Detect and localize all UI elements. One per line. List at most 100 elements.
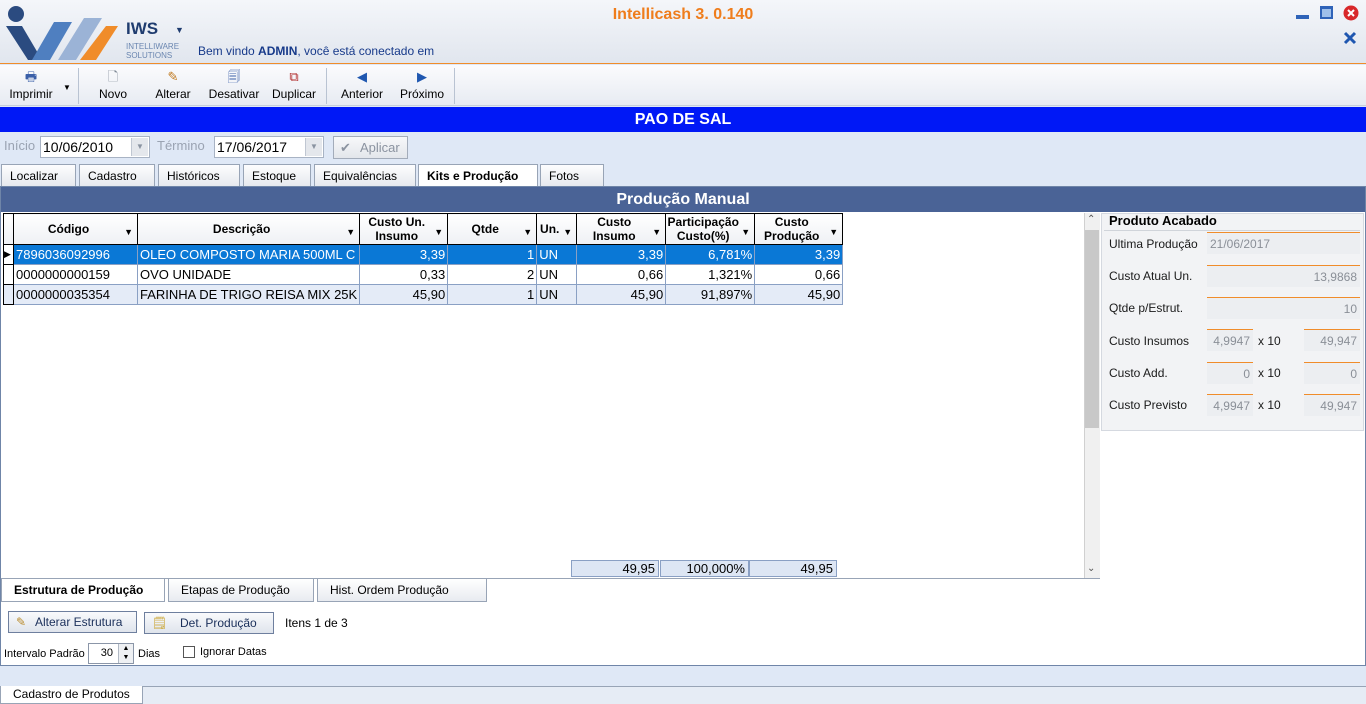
table-row[interactable]: 0000000000159 OVO UNIDADE 0,33 2 UN 0,66… xyxy=(3,264,844,285)
custo-atual-label: Custo Atual Un. xyxy=(1109,269,1193,283)
tab-etapas-producao[interactable]: Etapas de Produção xyxy=(168,579,314,602)
custo-previsto-label: Custo Previsto xyxy=(1109,398,1188,412)
custo-add-unit: 0 xyxy=(1207,362,1253,384)
next-button[interactable]: ▶ Próximo xyxy=(395,65,449,106)
row-indicator-header xyxy=(3,213,14,245)
custo-previsto-total: 49,947 xyxy=(1304,394,1360,416)
custo-add-multiplier: x 10 xyxy=(1258,366,1281,380)
duplicate-icon: ⧉ xyxy=(289,69,299,84)
printer-icon: 🖶 xyxy=(24,69,38,84)
tab-estoque[interactable]: Estoque xyxy=(243,164,311,186)
total-participacao: 100,000% xyxy=(660,560,749,577)
tab-hist-ordem-producao[interactable]: Hist. Ordem Produção xyxy=(317,579,487,602)
column-header-custo-producao[interactable]: Custo Produção ▼ xyxy=(754,213,844,245)
dias-label: Dias xyxy=(138,648,161,660)
deactivate-button[interactable]: 🗐 Desativar xyxy=(204,65,264,106)
notes-icon: 🗒 xyxy=(152,616,168,630)
tab-equivalencias[interactable]: Equivalências xyxy=(314,164,416,186)
iws-logo-icon xyxy=(6,6,118,60)
scrollbar-thumb[interactable] xyxy=(1085,230,1099,428)
production-grid: Código ▼ Descrição ▼ Custo Un. Insumo ▼ Qtd… xyxy=(3,213,844,305)
current-row-indicator-icon: ▶ xyxy=(3,244,14,265)
new-document-icon: 🗋 xyxy=(107,69,119,84)
alterar-estrutura-button[interactable]: ✎ Alterar Estrutura xyxy=(8,611,137,633)
arrow-right-icon: ▶ xyxy=(417,69,427,84)
logo-name: IWS xyxy=(126,19,159,38)
tab-historicos[interactable]: Históricos xyxy=(158,164,240,186)
column-header-descricao[interactable]: Descrição ▼ xyxy=(136,213,361,245)
welcome-text: Bem vindo ADMIN, você está conectado em xyxy=(198,44,435,58)
start-date-dropdown-icon[interactable]: ▼ xyxy=(131,138,148,156)
column-header-custo-insumo[interactable]: Custo Insumo ▼ xyxy=(576,213,667,245)
total-custo-insumo: 49,95 xyxy=(571,560,659,577)
det-producao-button[interactable]: 🗒 Det. Produção xyxy=(144,612,274,634)
section-title: Produção Manual xyxy=(1,187,1365,212)
end-date-dropdown-icon[interactable]: ▼ xyxy=(305,138,322,156)
intervalo-padrao-label: Intervalo Padrão xyxy=(4,648,85,660)
stepper-arrows-icon[interactable]: ▲ ▼ xyxy=(118,644,133,663)
sort-arrow-icon: ▼ xyxy=(652,227,662,237)
intervalo-padrao-stepper[interactable]: 30 ▲ ▼ xyxy=(88,643,134,664)
pencil-icon: ✎ xyxy=(167,69,179,84)
print-button[interactable]: 🖶 Imprimir xyxy=(4,65,58,106)
apply-button[interactable]: ✔ Aplicar xyxy=(333,136,408,159)
logo-menu-chevron-icon[interactable]: ▼ xyxy=(175,25,184,35)
total-custo-producao: 49,95 xyxy=(749,560,837,577)
toolbar-separator xyxy=(326,68,327,104)
deactivate-icon: 🗐 xyxy=(227,69,241,84)
previous-button[interactable]: ◀ Anterior xyxy=(335,65,389,106)
status-tab-cadastro-produtos[interactable]: Cadastro de Produtos xyxy=(0,686,143,704)
custo-previsto-multiplier: x 10 xyxy=(1258,398,1281,412)
arrow-left-icon: ◀ xyxy=(357,69,367,84)
status-bar xyxy=(0,686,1366,704)
close-window-button[interactable] xyxy=(1343,5,1359,21)
sort-arrow-icon: ▼ xyxy=(434,227,444,237)
toolbar-separator xyxy=(454,68,455,104)
logo-subtitle: INTELLIWARE SOLUTIONS xyxy=(126,42,180,60)
tab-cadastro[interactable]: Cadastro xyxy=(79,164,155,186)
column-header-custo-un-insumo[interactable]: Custo Un. Insumo ▼ xyxy=(359,213,449,245)
maximize-button[interactable] xyxy=(1319,5,1334,20)
print-dropdown-icon[interactable]: ▼ xyxy=(63,83,71,92)
tab-fotos[interactable]: Fotos xyxy=(540,164,604,186)
sort-arrow-icon: ▼ xyxy=(346,227,356,237)
custo-insumos-total: 49,947 xyxy=(1304,329,1360,351)
panel-divider xyxy=(1104,230,1360,231)
column-header-qtde[interactable]: Qtde ▼ xyxy=(447,213,538,245)
table-row[interactable]: ▶ 7896036092996 OLEO COMPOSTO MARIA 500M… xyxy=(3,244,844,265)
column-header-codigo[interactable]: Código ▼ xyxy=(13,213,138,245)
column-header-un[interactable]: Un. ▼ xyxy=(536,213,578,245)
qtde-estrut-label: Qtde p/Estrut. xyxy=(1109,301,1184,315)
minimize-button[interactable] xyxy=(1295,5,1310,20)
product-banner: PAO DE SAL xyxy=(0,107,1366,132)
scroll-down-icon[interactable]: ⌄ xyxy=(1087,563,1095,574)
ultima-producao-label: Ultima Produção xyxy=(1109,237,1198,251)
tab-localizar[interactable]: Localizar xyxy=(1,164,76,186)
custo-add-total: 0 xyxy=(1304,362,1360,384)
sort-arrow-icon: ▼ xyxy=(741,227,751,237)
sort-arrow-icon: ▼ xyxy=(829,227,839,237)
new-button[interactable]: 🗋 Novo xyxy=(90,65,136,106)
end-date-label: Término xyxy=(157,138,205,153)
custo-previsto-unit: 4,9947 xyxy=(1207,394,1253,416)
column-header-participacao[interactable]: Participação Custo(%) ▼ xyxy=(665,213,756,245)
ignorar-datas-checkbox[interactable] xyxy=(183,646,195,658)
custo-insumos-multiplier: x 10 xyxy=(1258,334,1281,348)
start-date-label: Início xyxy=(4,138,36,153)
tab-kits-producao[interactable]: Kits e Produção xyxy=(418,164,538,187)
qtde-estrut-value: 10 xyxy=(1207,297,1360,319)
close-form-x-icon[interactable] xyxy=(1343,31,1357,48)
app-title: Intellicash 3. 0.140 xyxy=(612,6,754,23)
duplicate-button[interactable]: ⧉ Duplicar xyxy=(267,65,321,106)
toolbar-separator xyxy=(78,68,79,104)
table-row[interactable]: 0000000035354 FARINHA DE TRIGO REISA MIX… xyxy=(3,284,844,305)
ignorar-datas-label: Ignorar Datas xyxy=(200,646,267,658)
edit-button[interactable]: ✎ Alterar xyxy=(148,65,198,106)
scroll-up-icon[interactable]: ⌃ xyxy=(1087,214,1095,225)
tab-estrutura-producao[interactable]: Estrutura de Produção xyxy=(1,579,165,602)
end-date-input[interactable]: 17/06/2017 ▼ xyxy=(214,136,324,158)
sort-arrow-icon: ▼ xyxy=(563,227,573,237)
start-date-input[interactable]: 10/06/2010 ▼ xyxy=(40,136,150,158)
sort-arrow-icon: ▼ xyxy=(523,227,533,237)
edit-structure-icon: ✎ xyxy=(16,615,27,629)
